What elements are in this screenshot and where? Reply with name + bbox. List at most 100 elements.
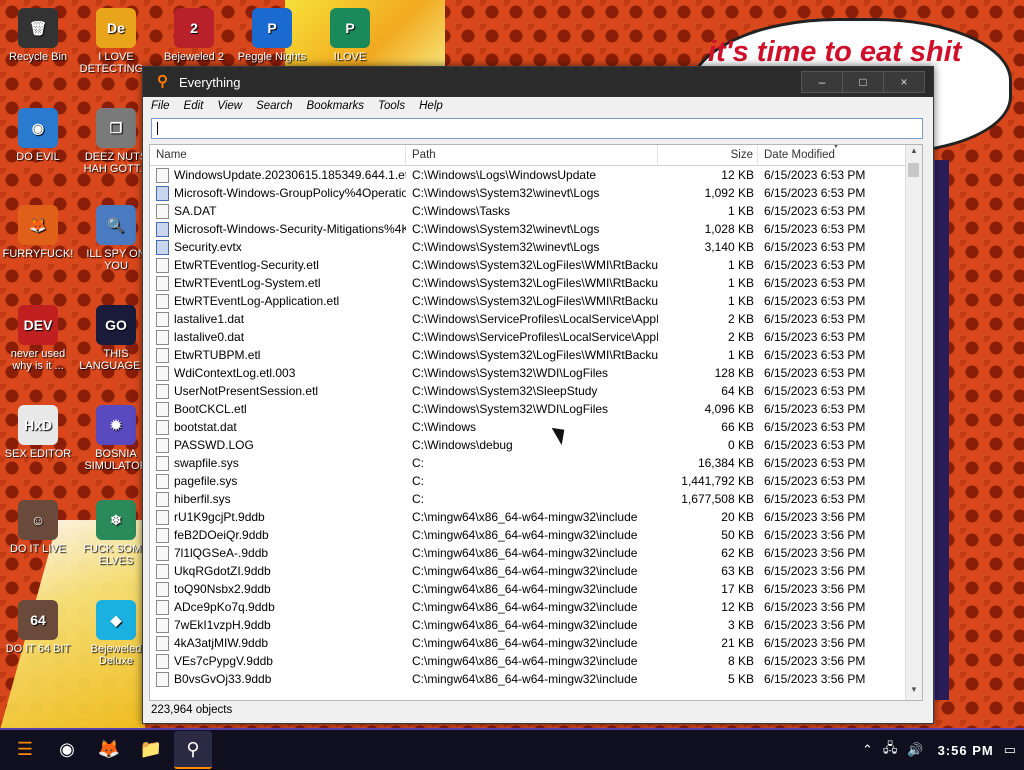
everything-search-icon[interactable]: ⚲: [174, 731, 212, 769]
desktop-icon[interactable]: 2 Bejeweled 2: [156, 8, 232, 63]
file-icon: [156, 437, 169, 453]
desktop-icon[interactable]: 🗑 Recycle Bin: [0, 8, 76, 63]
desktop-icon-label: Peggle Nights: [237, 51, 307, 63]
table-row[interactable]: bootstat.dat C:\Windows 66 KB 6/15/2023 6:5…: [150, 418, 922, 436]
cell-name: rU1K9gcjPt.9ddb: [150, 509, 406, 525]
minimize-button[interactable]: –: [801, 71, 843, 93]
column-size[interactable]: Size: [658, 145, 758, 165]
search-input[interactable]: [151, 118, 923, 139]
cell-size: 12 KB: [721, 600, 754, 614]
menu-search[interactable]: Search: [256, 100, 292, 112]
table-row[interactable]: hiberfil.sys C: 1,677,508 KB 6/15/2023 6:53…: [150, 490, 922, 508]
network-icon[interactable]: 🖧: [883, 739, 898, 761]
desktop-icon-label: Recycle Bin: [8, 51, 68, 63]
desktop-icon[interactable]: HxD SEX EDITOR: [0, 405, 76, 460]
scroll-up-icon[interactable]: ▲: [906, 146, 922, 160]
table-row[interactable]: EtwRTUBPM.etl C:\Windows\System32\LogFile…: [150, 346, 922, 364]
notifications-icon[interactable]: ▭: [1004, 742, 1016, 758]
table-row[interactable]: SA.DAT C:\Windows\Tasks 1 KB 6/15/2023 6:53…: [150, 202, 922, 220]
table-row[interactable]: EtwRTEventLog-Application.etl C:\Windows\…: [150, 292, 922, 310]
table-row[interactable]: lastalive0.dat C:\Windows\ServiceProfiles…: [150, 328, 922, 346]
table-row[interactable]: WindowsUpdate.20230615.185349.644.1.etl C…: [150, 166, 922, 184]
cell-path: C:\Windows\System32\WDI\LogFiles: [412, 366, 609, 380]
table-row[interactable]: EtwRTEventlog-Security.etl C:\Windows\Sys…: [150, 256, 922, 274]
column-name[interactable]: Name: [150, 145, 406, 165]
file-name: Microsoft-Windows-GroupPolicy%4Operation…: [174, 186, 406, 200]
table-row[interactable]: EtwRTEventLog-System.etl C:\Windows\Syste…: [150, 274, 922, 292]
volume-icon[interactable]: 🔊: [907, 742, 923, 758]
desktop-icon[interactable]: ☺ DO IT LIVE: [0, 500, 76, 555]
cell-path: C:\mingw64\x86_64-w64-mingw32\include: [412, 654, 638, 668]
cell-name: toQ90Nsbx2.9ddb: [150, 581, 406, 597]
desktop-icon[interactable]: P ILOVE: [312, 8, 388, 63]
cell-name: VEs7cPypgV.9ddb: [150, 653, 406, 669]
cell-path: C:\mingw64\x86_64-w64-mingw32\include: [412, 564, 638, 578]
table-row[interactable]: UkqRGdotZI.9ddb C:\mingw64\x86_64-w64-min…: [150, 562, 922, 580]
chevron-up-icon[interactable]: ⌃: [862, 742, 873, 758]
cell-size: 4,096 KB: [704, 402, 754, 416]
results-list: Name Path Size Date Modified ▼ WindowsUp…: [149, 144, 923, 701]
portrait-64-icon: 64: [18, 600, 58, 640]
desktop-icon[interactable]: ◉ DO EVIL: [0, 108, 76, 163]
desktop-icon[interactable]: P Peggle Nights: [234, 8, 310, 63]
cell-name: WindowsUpdate.20230615.185349.644.1.etl: [150, 167, 406, 183]
cell-name: 4kA3atjMIW.9ddb: [150, 635, 406, 651]
cell-size: 21 KB: [721, 636, 754, 650]
table-row[interactable]: UserNotPresentSession.etl C:\Windows\Syst…: [150, 382, 922, 400]
table-row[interactable]: pagefile.sys C: 1,441,792 KB 6/15/2023 6:53…: [150, 472, 922, 490]
table-row[interactable]: VEs7cPypgV.9ddb C:\mingw64\x86_64-w64-min…: [150, 652, 922, 670]
table-row[interactable]: B0vsGvOj33.9ddb C:\mingw64\x86_64-w64-min…: [150, 670, 922, 688]
cell-path: C:\mingw64\x86_64-w64-mingw32\include: [412, 528, 638, 542]
file-explorer-icon[interactable]: 📁: [132, 731, 170, 767]
table-row[interactable]: 7wEkI1vzpH.9ddb C:\mingw64\x86_64-w64-min…: [150, 616, 922, 634]
table-row[interactable]: feB2DOeiQr.9ddb C:\mingw64\x86_64-w64-min…: [150, 526, 922, 544]
table-row[interactable]: WdiContextLog.etl.003 C:\Windows\System32…: [150, 364, 922, 382]
chrome-icon[interactable]: ◉: [48, 731, 86, 767]
cell-path: C:\mingw64\x86_64-w64-mingw32\include: [412, 510, 638, 524]
menu-help[interactable]: Help: [419, 100, 443, 112]
scrollbar-thumb[interactable]: [908, 163, 919, 177]
column-path[interactable]: Path: [406, 145, 658, 165]
table-row[interactable]: rU1K9gcjPt.9ddb C:\mingw64\x86_64-w64-min…: [150, 508, 922, 526]
vertical-scrollbar[interactable]: ▲ ▼: [905, 145, 922, 700]
table-row[interactable]: PASSWD.LOG C:\Windows\debug 0 KB 6/15/2023 …: [150, 436, 922, 454]
desktop-icon[interactable]: De I LOVE DETECTING...: [78, 8, 154, 75]
title-bar[interactable]: ⚲ Everything – □ ×: [143, 67, 933, 97]
table-row[interactable]: BootCKCL.etl C:\Windows\System32\WDI\LogF…: [150, 400, 922, 418]
maximize-button[interactable]: □: [842, 71, 884, 93]
table-row[interactable]: Microsoft-Windows-Security-Mitigations%4…: [150, 220, 922, 238]
firefox-icon[interactable]: 🦊: [90, 731, 128, 767]
table-row[interactable]: ADce9pKo7q.9ddb C:\mingw64\x86_64-w64-min…: [150, 598, 922, 616]
hxd-icon: HxD: [18, 405, 58, 445]
table-row[interactable]: 4kA3atjMIW.9ddb C:\mingw64\x86_64-w64-min…: [150, 634, 922, 652]
table-row[interactable]: Security.evtx C:\Windows\System32\winevt\…: [150, 238, 922, 256]
cell-name: 7wEkI1vzpH.9ddb: [150, 617, 406, 633]
file-icon: [156, 365, 169, 381]
menu-view[interactable]: View: [217, 100, 242, 112]
menu-tools[interactable]: Tools: [378, 100, 405, 112]
menu-file[interactable]: File: [151, 100, 170, 112]
close-button[interactable]: ×: [883, 71, 925, 93]
desktop-icon[interactable]: 64 DO IT 64 BIT: [0, 600, 76, 655]
table-row[interactable]: toQ90Nsbx2.9ddb C:\mingw64\x86_64-w64-min…: [150, 580, 922, 598]
desktop-icon[interactable]: DEV never used why is it ...: [0, 305, 76, 372]
cell-name: EtwRTEventlog-Security.etl: [150, 257, 406, 273]
file-name: bootstat.dat: [174, 420, 237, 434]
clock[interactable]: 3:56 PM: [938, 743, 994, 758]
table-row[interactable]: 7l1lQGSeA-.9ddb C:\mingw64\x86_64-w64-min…: [150, 544, 922, 562]
menu-bookmarks[interactable]: Bookmarks: [307, 100, 365, 112]
scroll-down-icon[interactable]: ▼: [906, 685, 922, 699]
file-icon: [156, 203, 169, 219]
cell-date: 6/15/2023 3:56 PM: [764, 618, 866, 632]
table-row[interactable]: Microsoft-Windows-GroupPolicy%4Operation…: [150, 184, 922, 202]
start-icon[interactable]: ☰: [6, 731, 44, 767]
table-row[interactable]: swapfile.sys C: 16,384 KB 6/15/2023 6:53 PM: [150, 454, 922, 472]
menu-edit[interactable]: Edit: [184, 100, 204, 112]
file-name: EtwRTEventLog-System.etl: [174, 276, 321, 290]
table-row[interactable]: lastalive1.dat C:\Windows\ServiceProfiles…: [150, 310, 922, 328]
event-log-file-icon: [156, 239, 169, 255]
file-icon: [156, 455, 169, 471]
desktop-icon[interactable]: 🦊 FURRYFUCK!: [0, 205, 76, 260]
rows-container: WindowsUpdate.20230615.185349.644.1.etl C…: [150, 166, 922, 688]
file-name: VEs7cPypgV.9ddb: [174, 654, 273, 668]
